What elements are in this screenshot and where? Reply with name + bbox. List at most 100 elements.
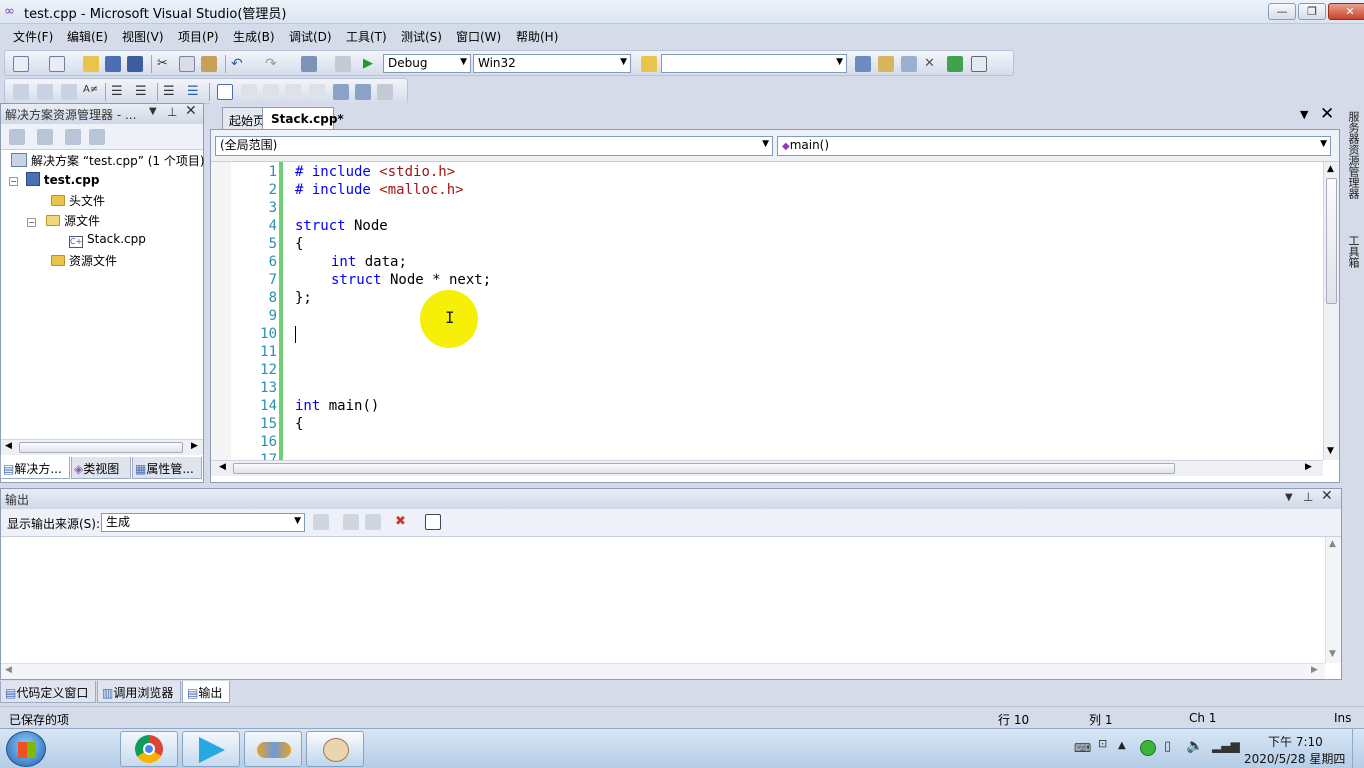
start-debug-icon[interactable]: ▶ — [363, 56, 379, 72]
toolbox-icon[interactable]: ✕ — [924, 56, 940, 72]
indent-icon[interactable]: ☰ — [135, 84, 151, 100]
active-files-chevron-icon[interactable]: ▼ — [1300, 108, 1308, 121]
output-source-select[interactable]: 生成 ▼ — [101, 513, 305, 532]
object-browser-icon[interactable] — [901, 56, 917, 72]
clear-all-icon[interactable]: ✖ — [395, 514, 411, 530]
tab-property-manager[interactable]: ▦属性管... — [132, 457, 202, 479]
pin-icon[interactable]: ⊥ — [167, 105, 177, 119]
properties-icon[interactable] — [9, 129, 25, 145]
network-icon[interactable]: ▂▄▆ — [1212, 739, 1240, 753]
parameter-info-icon[interactable] — [37, 84, 53, 100]
show-desktop-button[interactable] — [1352, 729, 1364, 768]
next-bookmark-doc-icon[interactable] — [355, 84, 371, 100]
menu-edit[interactable]: 编辑(E) — [63, 27, 112, 46]
copy-icon[interactable] — [179, 56, 195, 72]
clear-bookmarks-icon[interactable] — [377, 84, 393, 100]
scroll-right-icon[interactable]: ▶ — [191, 441, 198, 451]
platform-select[interactable]: Win32 ▼ — [473, 54, 631, 73]
scroll-right-icon[interactable]: ▶ — [1305, 462, 1312, 472]
taskbar-chrome[interactable] — [120, 731, 178, 767]
open-file-icon[interactable] — [83, 56, 99, 72]
tab-output[interactable]: ▤输出 — [182, 681, 230, 703]
properties-icon[interactable] — [878, 56, 894, 72]
goto-line-icon[interactable] — [313, 514, 329, 530]
function-select[interactable]: ◆main() ▼ — [777, 136, 1331, 156]
menu-project[interactable]: 项目(P) — [174, 27, 223, 46]
complete-word-icon[interactable]: A≠ — [83, 84, 99, 100]
tree-folder-sources[interactable]: − 源文件 — [27, 212, 100, 229]
find-combo[interactable]: ▼ — [661, 54, 847, 73]
output-vertical-scrollbar[interactable]: ▲ ▼ — [1325, 537, 1341, 663]
code-area[interactable]: 1 2 3 4 5 6 7 8 9 10 11 12 13 14 15 16 1… — [211, 162, 1323, 460]
tab-solution-explorer[interactable]: ▤解决方... — [0, 457, 70, 479]
add-item-icon[interactable] — [49, 56, 65, 72]
configuration-select[interactable]: Debug ▼ — [383, 54, 471, 73]
tree-file-stack[interactable]: C+ Stack.cpp — [69, 232, 146, 248]
command-window-icon[interactable] — [971, 56, 987, 72]
tab-stack-cpp[interactable]: Stack.cpp* — [262, 107, 344, 129]
horizontal-scrollbar[interactable]: ◀ ▶ — [211, 460, 1323, 476]
chevron-down-icon[interactable]: ▼ — [1285, 492, 1293, 503]
close-icon[interactable]: ✕ — [185, 103, 197, 119]
navigate-backward-icon[interactable] — [301, 56, 317, 72]
member-list-icon[interactable] — [13, 84, 29, 100]
show-all-files-icon[interactable] — [37, 129, 53, 145]
menu-window[interactable]: 窗口(W) — [452, 27, 505, 46]
next-message-icon[interactable] — [365, 514, 381, 530]
vertical-scrollbar[interactable]: ▲ ▼ — [1323, 162, 1339, 460]
clock-date[interactable]: 2020/5/28 星期四 — [1244, 750, 1345, 767]
scroll-down-icon[interactable]: ▼ — [1327, 446, 1334, 456]
chevron-down-icon[interactable]: ▼ — [149, 106, 157, 117]
scroll-up-icon[interactable]: ▲ — [1327, 164, 1334, 174]
horizontal-scrollbar[interactable]: ◀ ▶ — [1, 439, 203, 455]
prev-bookmark-folder-icon[interactable] — [285, 84, 301, 100]
tab-call-browser[interactable]: ▥调用浏览器 — [97, 681, 181, 703]
output-horizontal-scrollbar[interactable]: ◀ ▶ — [1, 663, 1325, 679]
word-wrap-icon[interactable] — [425, 514, 441, 530]
minimize-button[interactable]: — — [1268, 3, 1296, 20]
scroll-left-icon[interactable]: ◀ — [5, 665, 12, 675]
prev-bookmark-doc-icon[interactable] — [333, 84, 349, 100]
save-icon[interactable] — [105, 56, 121, 72]
security-app-icon[interactable] — [1140, 740, 1156, 756]
scrollbar-thumb[interactable] — [233, 463, 1175, 474]
next-bookmark-icon[interactable] — [263, 84, 279, 100]
next-bookmark-folder-icon[interactable] — [309, 84, 325, 100]
start-button[interactable] — [6, 731, 46, 767]
tree-folder-headers[interactable]: 头文件 — [51, 192, 105, 209]
start-page-icon[interactable] — [947, 56, 963, 72]
scrollbar-thumb[interactable] — [1326, 178, 1337, 304]
solution-explorer-icon[interactable] — [855, 56, 871, 72]
close-button[interactable]: ✕ — [1328, 3, 1364, 20]
taskbar-visual-studio[interactable] — [244, 731, 302, 767]
new-project-icon[interactable] — [13, 56, 29, 72]
tree-folder-resources[interactable]: 资源文件 — [51, 252, 117, 269]
close-icon[interactable]: ✕ — [1321, 488, 1333, 504]
menu-test[interactable]: 测试(S) — [397, 27, 446, 46]
uncomment-icon[interactable]: ☰ — [187, 84, 203, 100]
volume-icon[interactable]: 🔈 — [1186, 738, 1203, 754]
tree-solution[interactable]: 解决方案 “test.cpp” (1 个项目) — [11, 152, 205, 169]
scroll-left-icon[interactable]: ◀ — [219, 462, 226, 472]
comment-icon[interactable]: ☰ — [163, 84, 179, 100]
scrollbar-thumb[interactable] — [19, 442, 183, 453]
navigate-forward-icon[interactable] — [335, 56, 351, 72]
menu-help[interactable]: 帮助(H) — [512, 27, 562, 46]
quick-info-icon[interactable] — [61, 84, 77, 100]
save-all-icon[interactable] — [127, 56, 143, 72]
language-icon[interactable]: ⊡ — [1098, 737, 1107, 750]
indicator-margin[interactable] — [211, 162, 231, 460]
redo-icon[interactable]: ↷ — [265, 56, 281, 72]
collapse-icon[interactable]: − — [27, 218, 36, 227]
previous-bookmark-icon[interactable] — [241, 84, 257, 100]
scroll-right-icon[interactable]: ▶ — [1311, 665, 1318, 675]
bookmark-icon[interactable] — [217, 84, 233, 100]
previous-message-icon[interactable] — [343, 514, 359, 530]
menu-tools[interactable]: 工具(T) — [342, 27, 391, 46]
scroll-left-icon[interactable]: ◀ — [5, 441, 12, 451]
find-in-files-icon[interactable] — [641, 56, 657, 72]
scroll-up-icon[interactable]: ▲ — [1329, 539, 1336, 549]
menu-build[interactable]: 生成(B) — [229, 27, 279, 46]
collapse-icon[interactable]: − — [9, 177, 18, 186]
clock-time[interactable]: 下午 7:10 — [1268, 733, 1323, 750]
